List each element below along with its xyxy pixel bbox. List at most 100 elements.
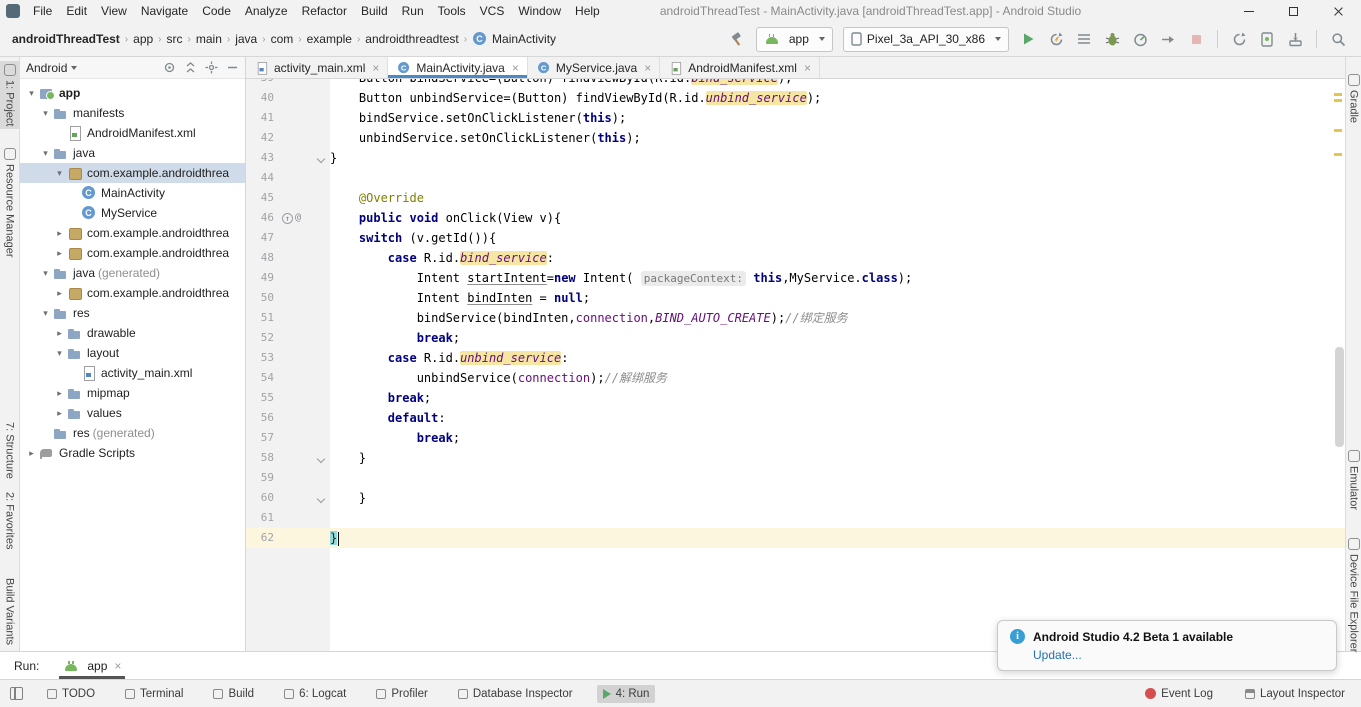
line-number[interactable]: 40 [246,88,280,108]
tab-myservice-java[interactable]: MyService.java × [528,57,661,78]
line-number[interactable]: 46 [246,208,280,228]
code-line-49[interactable]: 49 Intent startIntent=new Intent( package… [246,268,1345,288]
line-number[interactable]: 58 [246,448,280,468]
close-icon[interactable]: × [114,659,121,673]
expand-arrow[interactable]: ▸ [52,248,67,259]
line-number[interactable]: 59 [246,468,280,488]
run-config-select[interactable]: app [755,26,833,52]
expand-arrow[interactable]: ▸ [52,408,67,419]
line-number[interactable]: 41 [246,108,280,128]
breadcrumb-item-com[interactable]: com [269,32,296,46]
expand-arrow[interactable]: ▸ [52,388,67,399]
code-line-40[interactable]: 40 Button unbindService=(Button) findView… [246,88,1345,108]
expand-arrow[interactable]: ▾ [38,108,53,119]
expand-arrow[interactable]: ▾ [52,348,67,359]
line-number[interactable]: 47 [246,228,280,248]
code-line-60[interactable]: 60} [246,488,1345,508]
code-line-61[interactable]: 61 [246,508,1345,528]
tree-item-mainactivity[interactable]: MainActivity [20,183,245,203]
run-button[interactable] [1015,27,1041,51]
menu-edit[interactable]: Edit [59,4,94,18]
expand-arrow[interactable]: ▾ [38,148,53,159]
code-line-62[interactable]: 62} [246,528,1345,548]
tree-item-values[interactable]: ▸ values [20,403,245,423]
line-number[interactable]: 42 [246,128,280,148]
tab-mainactivity-java[interactable]: MainActivity.java × [388,57,528,78]
code-line-50[interactable]: 50 Intent bindInten = null; [246,288,1345,308]
collapse-all-icon[interactable] [184,61,197,74]
code-line-56[interactable]: 56 default: [246,408,1345,428]
tree-item-com-example-androidthrea[interactable]: ▾ com.example.androidthrea [20,163,245,183]
breadcrumb-item-src[interactable]: src [165,32,185,46]
toolwindow-resource-manager-button[interactable]: Resource Manager [0,145,19,261]
code-line-48[interactable]: 48 case R.id.bind_service: [246,248,1345,268]
expand-arrow[interactable]: ▾ [24,88,39,99]
code-line-44[interactable]: 44 [246,168,1345,188]
close-button[interactable] [1316,0,1361,22]
tree-item-activity-main-xml[interactable]: activity_main.xml [20,363,245,383]
code-line-45[interactable]: 45 @Override [246,188,1345,208]
expand-arrow[interactable]: ▸ [24,448,39,459]
fold-marker[interactable] [312,148,330,168]
warning-stripe-mark[interactable] [1334,93,1342,96]
breadcrumb-item-androidthreadtest[interactable]: androidthreadtest [363,32,460,46]
breadcrumb-item-main[interactable]: main [194,32,224,46]
sync-gradle-icon[interactable] [1226,27,1252,51]
locate-file-icon[interactable] [163,61,176,74]
breadcrumb-item-example[interactable]: example [305,32,354,46]
warning-stripe-mark[interactable] [1334,153,1342,156]
build-hammer-icon[interactable] [724,27,750,51]
status-6-logcat[interactable]: 6: Logcat [278,685,352,703]
search-everywhere-icon[interactable] [1325,27,1351,51]
line-number[interactable]: 54 [246,368,280,388]
line-number[interactable]: 49 [246,268,280,288]
breadcrumb-item-mainactivity[interactable]: MainActivity [470,31,558,47]
line-number[interactable]: 43 [246,148,280,168]
line-number[interactable]: 45 [246,188,280,208]
fold-marker[interactable] [312,488,330,508]
warning-stripe-mark[interactable] [1334,99,1342,102]
fold-marker[interactable] [312,448,330,468]
debug-button[interactable] [1099,27,1125,51]
expand-arrow[interactable]: ▸ [52,228,67,239]
menu-run[interactable]: Run [395,4,431,18]
menu-tools[interactable]: Tools [431,4,473,18]
device-select[interactable]: Pixel_3a_API_30_x86 [842,26,1009,52]
sdk-manager-icon[interactable] [1282,27,1308,51]
run-configurations-icon[interactable] [1071,27,1097,51]
toolwindow-structure-button[interactable]: 7: Structure [0,419,19,482]
tree-item-com-example-androidthrea[interactable]: ▸ com.example.androidthrea [20,243,245,263]
expand-arrow[interactable]: ▸ [52,288,67,299]
breadcrumb-item-app[interactable]: app [131,32,155,46]
menu-file[interactable]: File [26,4,59,18]
toolwindow-emulator-button[interactable]: Emulator [1346,447,1361,513]
menu-window[interactable]: Window [511,4,568,18]
status-event-log[interactable]: Event Log [1139,685,1219,703]
status-terminal[interactable]: Terminal [119,685,189,703]
tree-item-res[interactable]: ▾ res [20,303,245,323]
override-method-icon[interactable]: ↑ [282,212,293,224]
line-number[interactable]: 44 [246,168,280,188]
tree-item-java[interactable]: ▾ java (generated) [20,263,245,283]
line-number[interactable]: 53 [246,348,280,368]
toolwindow-toggle-icon[interactable] [10,687,23,700]
code-line-55[interactable]: 55 break; [246,388,1345,408]
tab-activity-main-xml[interactable]: activity_main.xml × [246,57,389,78]
menu-build[interactable]: Build [354,4,395,18]
menu-analyze[interactable]: Analyze [238,4,295,18]
expand-arrow[interactable]: ▾ [38,268,53,279]
close-icon[interactable]: × [804,61,811,75]
code-line-39[interactable]: 39 Button bindService=(Button) findViewBy… [246,79,1345,88]
profiler-button[interactable] [1127,27,1153,51]
toolwindow-device-file-explorer-button[interactable]: Device File Explorer [1346,535,1361,655]
status-database-inspector[interactable]: Database Inspector [452,685,579,703]
toolwindow-favorites-button[interactable]: 2: Favorites [0,489,19,552]
code-line-58[interactable]: 58} [246,448,1345,468]
line-number[interactable]: 60 [246,488,280,508]
menu-refactor[interactable]: Refactor [295,4,354,18]
tab-androidmanifest-xml[interactable]: AndroidManifest.xml × [660,57,820,78]
status-layout-inspector[interactable]: Layout Inspector [1239,685,1351,703]
tree-item-androidmanifest-xml[interactable]: AndroidManifest.xml [20,123,245,143]
tree-item-com-example-androidthrea[interactable]: ▸ com.example.androidthrea [20,223,245,243]
toolwindow-build-variants-button[interactable]: Build Variants [0,575,19,648]
